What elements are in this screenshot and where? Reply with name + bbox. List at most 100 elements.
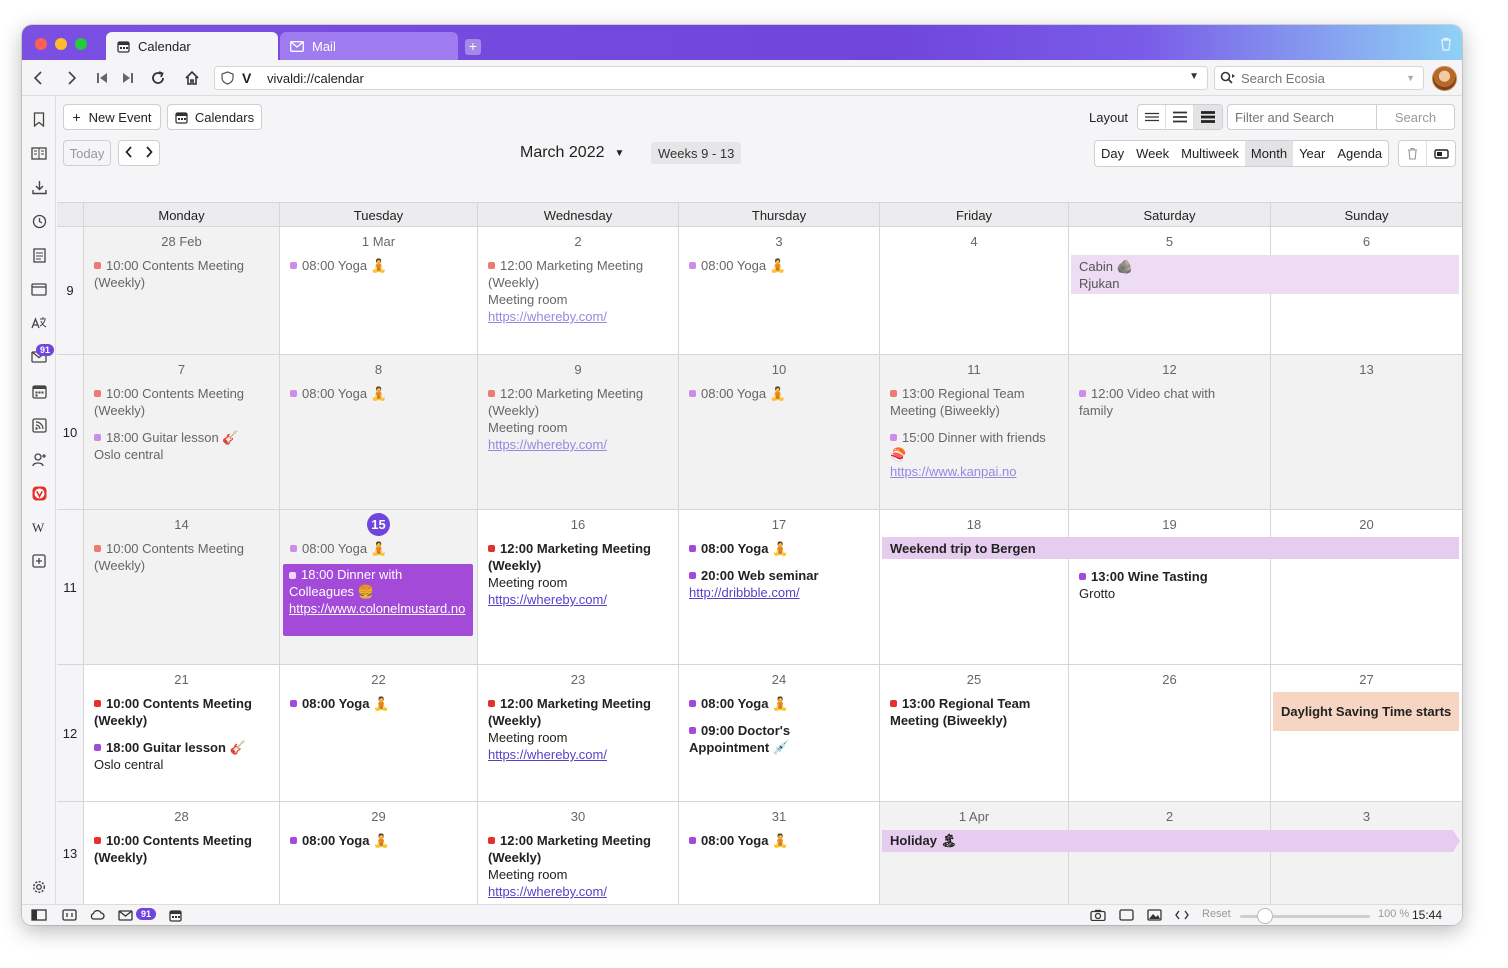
month-title[interactable]: March 2022 ▼ — [520, 144, 624, 162]
event-link[interactable]: http://dribbble.com/ — [689, 585, 800, 600]
day-cell[interactable]: 23 12:00 Marketing Meeting (Weekly) Meeti… — [477, 665, 678, 802]
day-cell[interactable]: 2 12:00 Marketing Meeting (Weekly) Meetin… — [477, 227, 678, 355]
toggle-panel-icon[interactable] — [1427, 141, 1455, 166]
fast-forward-icon[interactable] — [118, 68, 138, 88]
new-tab-button[interactable]: + — [465, 39, 481, 55]
day-cell[interactable]: 25 13:00 Regional Team Meeting (Biweekly… — [879, 665, 1068, 802]
day-cell[interactable]: 11 13:00 Regional Team Meeting (Biweekly… — [879, 355, 1068, 510]
calendar-event[interactable]: 13:00 Regional Team Meeting (Biweekly) — [890, 695, 1062, 729]
url-field[interactable]: V vivaldi://calendar ▼ — [214, 66, 1208, 90]
event-link[interactable]: https://whereby.com/ — [488, 592, 607, 607]
calendar-event[interactable]: 08:00 Yoga 🧘 — [689, 832, 788, 849]
day-cell[interactable]: 20 — [1270, 510, 1462, 665]
reading-list-icon[interactable] — [30, 144, 48, 162]
minimize-window-button[interactable] — [55, 38, 67, 50]
chevron-left-icon[interactable] — [125, 145, 133, 161]
event-link[interactable]: https://whereby.com/ — [488, 747, 607, 762]
chevron-down-icon[interactable]: ▼ — [1189, 71, 1199, 82]
event-link[interactable]: https://whereby.com/ — [488, 309, 607, 324]
day-cell[interactable]: 2 — [1068, 802, 1270, 905]
calendar-event[interactable]: 12:00 Marketing Meeting (Weekly) Meeting … — [488, 385, 668, 453]
tab-calendar[interactable]: Calendar — [106, 32, 278, 60]
window-panel-icon[interactable] — [30, 280, 48, 298]
calendar-event[interactable]: 12:00 Marketing Meeting (Weekly) Meeting … — [488, 540, 668, 608]
code-icon[interactable] — [1175, 908, 1189, 922]
forward-icon[interactable] — [62, 68, 82, 88]
feed-icon[interactable] — [30, 416, 48, 434]
calendar-event[interactable]: 13:00 Wine Tasting Grotto — [1079, 568, 1239, 602]
calendar-event[interactable]: 10:00 Contents Meeting (Weekly) — [94, 385, 274, 419]
day-cell[interactable]: 29 08:00 Yoga 🧘 — [279, 802, 477, 905]
calendar-event[interactable]: 20:00 Web seminar http://dribbble.com/ — [689, 567, 869, 601]
event-link[interactable]: https://whereby.com/ — [488, 884, 607, 899]
download-icon[interactable] — [30, 178, 48, 196]
window-icon[interactable] — [1119, 908, 1134, 922]
day-cell[interactable]: 4 — [879, 227, 1068, 355]
calendar-event[interactable]: 10:00 Contents Meeting (Weekly) — [94, 540, 274, 574]
day-cell[interactable]: 30 12:00 Marketing Meeting (Weekly) Meeti… — [477, 802, 678, 905]
calendar-icon[interactable] — [30, 382, 48, 400]
calendar-event[interactable]: 09:00 Doctor's Appointment 💉 — [689, 722, 819, 756]
add-panel-icon[interactable] — [30, 552, 48, 570]
calendar-event[interactable]: 18:00 Guitar lesson 🎸 Oslo central — [94, 429, 274, 463]
calendar-event[interactable]: 08:00 Yoga 🧘 — [290, 385, 387, 402]
chevron-right-icon[interactable] — [145, 145, 153, 161]
day-cell[interactable]: 31 08:00 Yoga 🧘 — [678, 802, 879, 905]
image-icon[interactable] — [1147, 908, 1162, 922]
mail-icon[interactable] — [118, 908, 133, 922]
today-button[interactable]: Today — [63, 140, 111, 166]
chevron-down-icon[interactable]: ▼ — [1406, 73, 1415, 83]
close-window-button[interactable] — [35, 38, 47, 50]
calendars-button[interactable]: Calendars — [167, 104, 262, 130]
day-cell[interactable]: 10 08:00 Yoga 🧘 — [678, 355, 879, 510]
day-cell[interactable]: 27 — [1270, 665, 1462, 802]
event-link[interactable]: https://whereby.com/ — [488, 437, 607, 452]
new-event-button[interactable]: + New Event — [63, 104, 161, 130]
tab-tiling-icon[interactable] — [62, 908, 77, 922]
trash-icon[interactable] — [1440, 37, 1452, 54]
zoom-reset-button[interactable]: Reset — [1202, 908, 1231, 920]
calendar-event[interactable]: 08:00 Yoga 🧘 — [689, 540, 788, 557]
shield-icon[interactable] — [221, 71, 234, 88]
week-number[interactable]: 10 — [57, 355, 83, 510]
multiday-event[interactable]: Cabin 🪨 Rjukan — [1071, 255, 1459, 294]
view-agenda-button[interactable]: Agenda — [1331, 141, 1388, 166]
filter-search-input[interactable] — [1227, 104, 1377, 130]
multiday-event[interactable]: Weekend trip to Bergen — [882, 537, 1459, 559]
home-icon[interactable] — [182, 68, 202, 88]
calendar-event[interactable]: 08:00 Yoga 🧘 — [290, 540, 387, 557]
calendar-event[interactable]: 12:00 Marketing Meeting (Weekly) Meeting … — [488, 832, 668, 900]
calendar-event[interactable]: 08:00 Yoga 🧘 — [689, 695, 788, 712]
view-day-button[interactable]: Day — [1095, 141, 1130, 166]
calendar-event[interactable]: 08:00 Yoga 🧘 — [290, 832, 389, 849]
notes-icon[interactable] — [30, 246, 48, 264]
maximize-window-button[interactable] — [75, 38, 87, 50]
translate-icon[interactable] — [30, 314, 48, 332]
multiday-event[interactable]: Holiday 🏝 — [882, 830, 1453, 852]
day-cell[interactable]: 14 10:00 Contents Meeting (Weekly) — [83, 510, 279, 665]
event-link[interactable]: https://www.colonelmustard.no — [289, 601, 465, 616]
day-cell[interactable]: 12 12:00 Video chat with family — [1068, 355, 1270, 510]
calendar-event[interactable]: 13:00 Regional Team Meeting (Biweekly) — [890, 385, 1062, 419]
history-icon[interactable] — [30, 212, 48, 230]
reload-icon[interactable] — [148, 68, 168, 88]
tab-mail[interactable]: Mail — [280, 32, 458, 60]
all-day-event[interactable]: Daylight Saving Time starts — [1273, 692, 1459, 731]
view-multiweek-button[interactable]: Multiweek — [1175, 141, 1245, 166]
url-text[interactable]: vivaldi://calendar — [267, 71, 364, 86]
week-number[interactable]: 11 — [57, 510, 83, 665]
cloud-sync-icon[interactable] — [89, 908, 105, 922]
calendar-event[interactable]: 08:00 Yoga 🧘 — [689, 385, 786, 402]
day-cell[interactable]: 19 13:00 Wine Tasting Grotto — [1068, 510, 1270, 665]
calendar-event[interactable]: 08:00 Yoga 🧘 — [290, 695, 389, 712]
day-cell[interactable]: 24 08:00 Yoga 🧘 09:00 Doctor's Appointme… — [678, 665, 879, 802]
calendar-event[interactable]: 12:00 Marketing Meeting (Weekly) Meeting … — [488, 257, 668, 325]
search-button[interactable]: Search — [1376, 104, 1455, 130]
calendar-event[interactable]: 08:00 Yoga 🧘 — [290, 257, 387, 274]
view-year-button[interactable]: Year — [1293, 141, 1331, 166]
calendar-event[interactable]: 08:00 Yoga 🧘 — [689, 257, 786, 274]
vivaldi-icon[interactable] — [30, 484, 48, 502]
calendar-event[interactable]: 15:00 Dinner with friends 🍣 https://www.k… — [890, 429, 1062, 480]
day-cell[interactable]: 16 12:00 Marketing Meeting (Weekly) Meeti… — [477, 510, 678, 665]
layout-wide-icon[interactable] — [1194, 105, 1222, 129]
